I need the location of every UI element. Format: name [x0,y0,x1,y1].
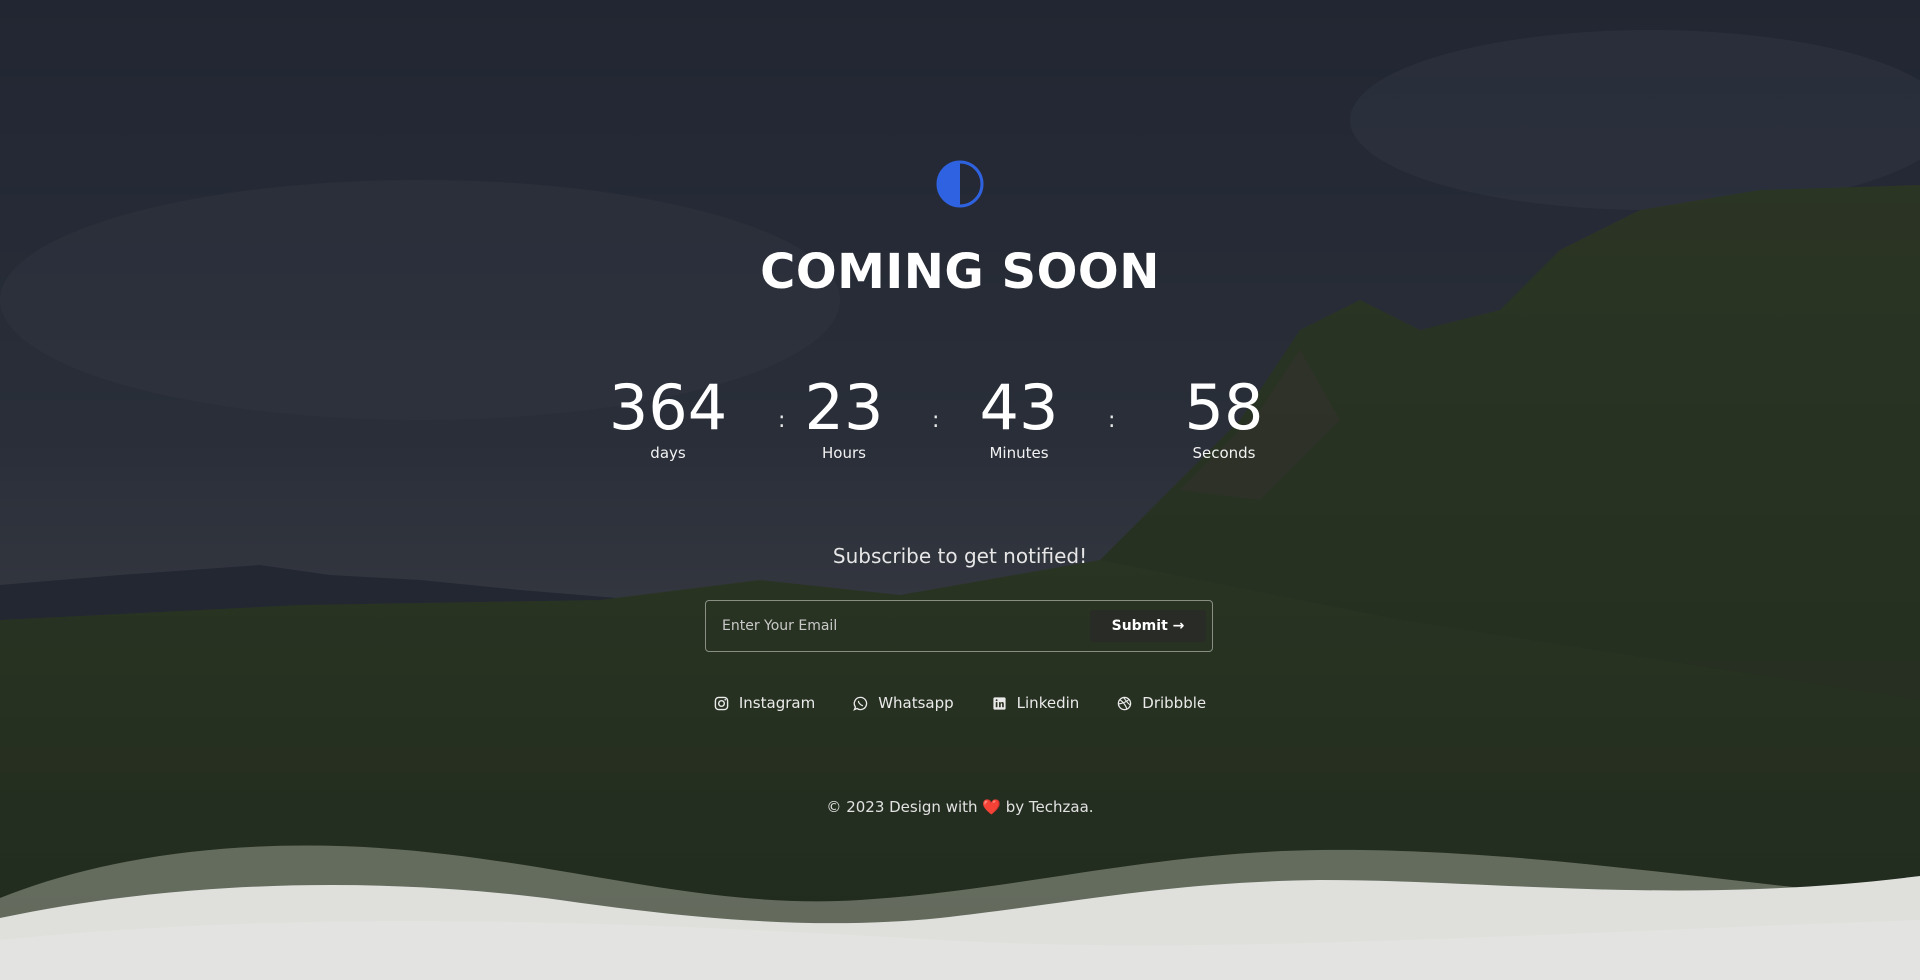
subscribe-heading: Subscribe to get notified! [832,544,1088,568]
social-label-instagram: Instagram [738,694,816,712]
bottom-wave-decoration [0,845,1920,980]
email-input[interactable] [706,601,1086,651]
social-label-linkedin: Linkedin [1016,694,1080,712]
countdown-seconds-label: Seconds [1192,444,1256,462]
submit-button[interactable]: Submit → [1090,610,1206,642]
footer-suffix: by Techzaa. [1005,798,1094,816]
countdown-days-value: 364 [608,371,728,444]
footer-copyright: © 2023 Design with ❤️ by Techzaa. [0,798,1920,816]
countdown-seconds: 58 Seconds [1154,371,1294,463]
social-link-instagram[interactable]: Instagram [714,694,815,712]
countdown-minutes: 43 Minutes [949,371,1089,463]
countdown-separator: : [1108,408,1116,433]
countdown-hours-label: Hours [822,444,866,462]
page-title: COMING SOON [760,244,1160,300]
social-link-linkedin[interactable]: Linkedin [992,694,1080,712]
social-link-dribbble[interactable]: Dribbble [1117,694,1206,712]
instagram-icon [714,696,729,710]
countdown-seconds-value: 58 [1184,371,1264,444]
countdown-minutes-value: 43 [979,371,1059,444]
coming-soon-page: COMING SOON 364 days : 23 Hours : 43 Min… [0,0,1920,980]
social-links: Instagram Whatsapp Linkedin Dribbble [0,694,1920,712]
footer-prefix: © 2023 Design with [826,798,978,816]
countdown-days: 364 days [598,371,738,463]
countdown-minutes-label: Minutes [989,444,1049,462]
social-link-whatsapp[interactable]: Whatsapp [853,694,954,712]
main-content: COMING SOON 364 days : 23 Hours : 43 Min… [0,0,1920,980]
whatsapp-icon [853,696,868,711]
subscribe-form: Submit → [705,600,1213,652]
countdown-days-label: days [650,444,686,462]
countdown-separator: : [932,408,940,433]
countdown-hours-value: 23 [804,371,884,444]
social-label-whatsapp: Whatsapp [878,694,954,712]
heart-icon: ❤️ [982,798,1001,816]
dribbble-icon [1118,696,1132,710]
countdown-hours: 23 Hours [774,371,914,463]
linkedin-icon [993,696,1006,710]
logo-half-circle-icon [936,160,984,208]
social-label-dribbble: Dribbble [1142,694,1207,712]
